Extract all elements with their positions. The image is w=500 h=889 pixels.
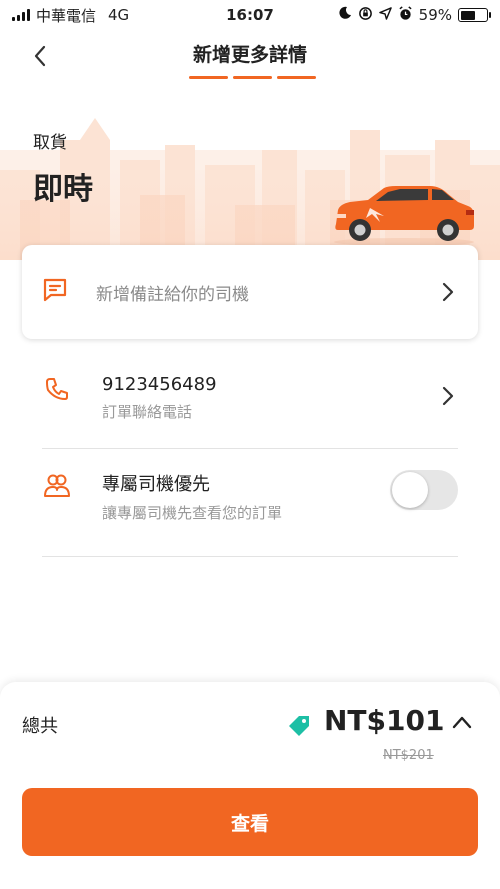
battery-percent: 59% — [418, 6, 452, 24]
priority-driver-toggle[interactable] — [390, 470, 458, 510]
priority-driver-row: 專屬司機優先 讓專屬司機先查看您的訂單 — [42, 470, 458, 523]
moon-icon — [338, 6, 352, 24]
priority-driver-title: 專屬司機優先 — [102, 474, 210, 495]
pickup-time: 即時 — [33, 172, 93, 207]
contact-phone-caption: 訂單聯絡電話 — [102, 403, 193, 421]
chevron-up-icon[interactable] — [452, 714, 472, 733]
status-left: 中華電信 4G — [12, 5, 129, 26]
price-tag-icon — [287, 714, 311, 740]
step-progress — [189, 76, 316, 79]
review-button[interactable]: 查看 — [22, 788, 478, 856]
network-type: 4G — [108, 6, 130, 24]
step-indicator — [233, 76, 272, 79]
divider — [42, 556, 458, 557]
contact-phone-row[interactable]: 9123456489 訂單聯絡電話 — [42, 374, 458, 422]
carrier-name: 中華電信 — [36, 6, 97, 25]
battery-level — [460, 10, 476, 20]
driver-note-card[interactable]: 新增備註給你的司機 — [22, 245, 478, 339]
priority-driver-text: 專屬司機優先 讓專屬司機先查看您的訂單 — [102, 470, 390, 523]
priority-driver-caption: 讓專屬司機先查看您的訂單 — [102, 504, 283, 522]
battery-icon — [458, 8, 491, 22]
page-title: 新增更多詳情 — [192, 44, 307, 66]
contact-phone-number: 9123456489 — [102, 374, 217, 395]
header: 新增更多詳情 — [0, 30, 500, 82]
step-indicator — [277, 76, 316, 79]
location-icon — [378, 6, 392, 24]
pickup-label: 取貨 — [33, 133, 67, 153]
price-summary-sheet: 總共 NT$101 NT$201 查看 — [0, 682, 500, 889]
divider — [42, 448, 458, 449]
status-right: 59% — [338, 5, 491, 25]
toggle-knob — [392, 472, 428, 508]
chevron-right-icon — [438, 386, 458, 406]
original-price: NT$201 — [383, 748, 434, 763]
status-bar: 中華電信 4G 16:07 59% — [0, 0, 500, 30]
contact-phone-text: 9123456489 訂單聯絡電話 — [102, 374, 438, 422]
total-price: NT$101 — [324, 704, 445, 737]
chat-note-icon — [42, 277, 68, 307]
total-label: 總共 — [22, 716, 58, 737]
phone-icon — [42, 374, 72, 404]
step-indicator — [189, 76, 228, 79]
rotation-lock-icon — [358, 6, 373, 25]
driver-note-label: 新增備註給你的司機 — [96, 284, 249, 305]
car-illustration — [330, 184, 478, 250]
drivers-icon — [42, 470, 72, 500]
signal-icon — [12, 9, 30, 21]
chevron-right-icon — [438, 282, 458, 302]
alarm-icon — [398, 5, 413, 25]
